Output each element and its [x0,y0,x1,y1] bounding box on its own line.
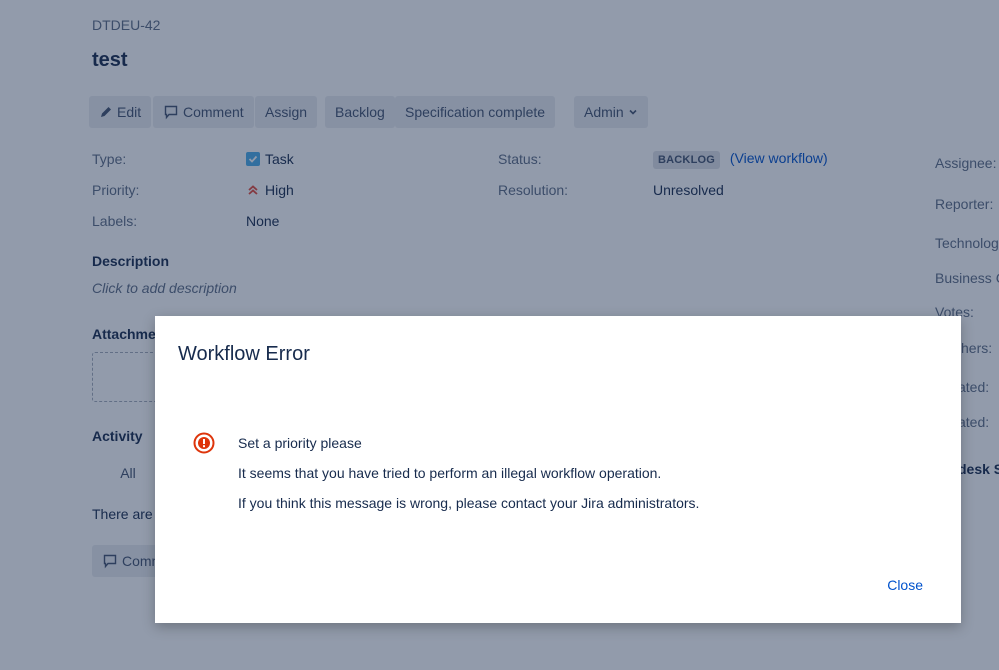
dialog-title: Workflow Error [178,343,310,365]
error-message-line1: It seems that you have tried to perform … [238,465,662,481]
error-icon [193,432,215,454]
close-button[interactable]: Close [887,577,923,593]
error-message-line2: If you think this message is wrong, plea… [238,495,700,511]
workflow-error-dialog: Workflow Error Set a priority please It … [155,316,961,623]
error-message-title: Set a priority please [238,435,362,451]
